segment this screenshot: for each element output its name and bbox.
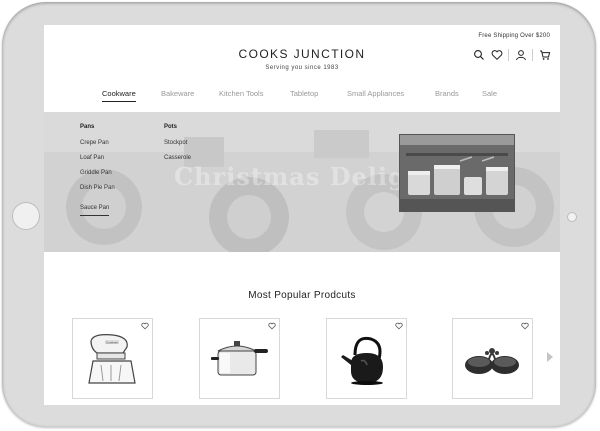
product-card[interactable] xyxy=(199,318,280,399)
header-icons xyxy=(467,49,551,61)
wishlist-heart-icon[interactable] xyxy=(268,322,276,330)
web-page: Free Shipping Over $200 COOKS JUNCTION S… xyxy=(44,25,560,405)
tagline: Serving you since 1983 xyxy=(265,65,339,71)
wishlist-heart-icon[interactable] xyxy=(521,322,529,330)
hand-mixer-icon: Cuisinart xyxy=(83,331,141,389)
menu-item-griddle-pan[interactable]: Griddle Pan xyxy=(80,166,115,181)
nav-bakeware[interactable]: Bakeware xyxy=(161,89,194,98)
search-icon[interactable] xyxy=(473,49,485,61)
menu-column-title: Pans xyxy=(80,124,95,130)
teapot-icon xyxy=(337,331,395,389)
nav-sale[interactable]: Sale xyxy=(482,89,497,98)
section-title: Most Popular Prodcuts xyxy=(248,290,356,301)
nav-small-appliances[interactable]: Small Appliances xyxy=(347,89,404,98)
wishlist-heart-icon[interactable] xyxy=(395,322,403,330)
home-button[interactable] xyxy=(12,202,40,230)
promo-image-stainless-pots[interactable] xyxy=(399,134,515,212)
pressure-cooker-icon xyxy=(210,331,268,389)
menu-item-casserole[interactable]: Casserole xyxy=(164,151,191,166)
menu-column-title: Pots xyxy=(164,124,178,130)
icon-divider xyxy=(532,49,533,61)
product-card[interactable] xyxy=(326,318,407,399)
icon-divider xyxy=(508,49,509,61)
free-shipping-banner: Free Shipping Over $200 xyxy=(478,33,550,39)
menu-column-pans: Pans Crepe Pan Loaf Pan Griddle Pan Dish… xyxy=(80,124,115,216)
nav-brands[interactable]: Brands xyxy=(435,89,459,98)
menu-item-sauce-pan[interactable]: Sauce Pan xyxy=(80,202,110,216)
wishlist-heart-icon[interactable] xyxy=(141,322,149,330)
mega-menu-hero: Christmas Delights Pans Crepe Pan Loaf P… xyxy=(44,112,560,252)
tablet-frame: Free Shipping Over $200 COOKS JUNCTION S… xyxy=(2,2,596,427)
brand-mark: Cuisinart xyxy=(106,340,118,344)
serving-bowls-icon xyxy=(463,331,521,389)
menu-column-pots: Pots Stockpot Casserole xyxy=(164,124,191,166)
user-icon[interactable] xyxy=(515,49,527,61)
nav-tabletop[interactable]: Tabletop xyxy=(290,89,318,98)
camera-dot xyxy=(567,212,577,222)
heart-icon[interactable] xyxy=(491,49,503,61)
nav-kitchen-tools[interactable]: Kitchen Tools xyxy=(219,89,263,98)
stainless-pots-image xyxy=(400,135,514,211)
nav-cookware[interactable]: Cookware xyxy=(102,89,136,102)
cart-icon[interactable] xyxy=(539,49,551,61)
menu-item-loaf-pan[interactable]: Loaf Pan xyxy=(80,151,115,166)
main-nav: Cookware Bakeware Kitchen Tools Tabletop… xyxy=(44,89,560,103)
menu-item-stockpot[interactable]: Stockpot xyxy=(164,136,191,151)
menu-item-crepe-pan[interactable]: Crepe Pan xyxy=(80,136,115,151)
menu-item-dish-pie-pan[interactable]: Dish Pie Pan xyxy=(80,181,115,196)
product-card[interactable] xyxy=(452,318,533,399)
product-card[interactable]: Cuisinart xyxy=(72,318,153,399)
carousel-next-arrow-icon[interactable] xyxy=(547,349,553,362)
